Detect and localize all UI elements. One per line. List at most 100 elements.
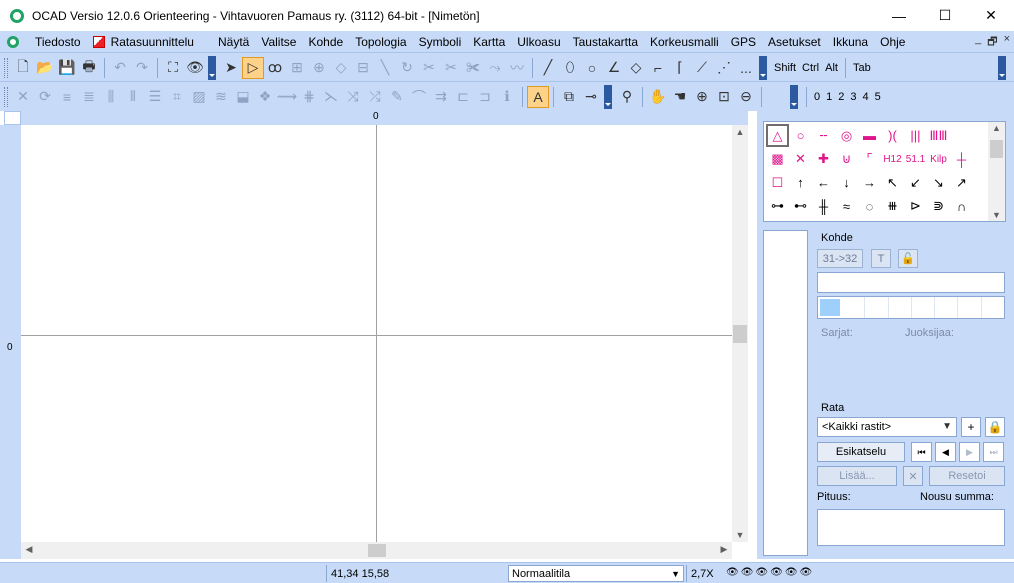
polyline-mode-icon[interactable]: ⟋ bbox=[691, 57, 713, 79]
reverse-icon[interactable]: ⤨ bbox=[342, 86, 364, 108]
symbol-first-aid[interactable]: ✚ bbox=[812, 148, 835, 171]
move-parallel-icon[interactable]: ⇉ bbox=[430, 86, 452, 108]
step-mode-icon[interactable]: ⌐ bbox=[647, 57, 669, 79]
dash-point-icon[interactable]: ⊟ bbox=[352, 57, 374, 79]
control-code-cell[interactable] bbox=[982, 297, 1004, 318]
course-notes-field[interactable] bbox=[817, 509, 1005, 546]
symbol-control-a[interactable]: ⊶ bbox=[766, 195, 789, 218]
vertical-scrollbar[interactable]: ▲ ▼ bbox=[732, 125, 748, 542]
horizontal-scroll-thumb[interactable] bbox=[368, 544, 386, 557]
pen-icon[interactable]: ✎ bbox=[386, 86, 408, 108]
menu-taustakartta[interactable]: Taustakartta bbox=[567, 35, 644, 49]
menu-nayta[interactable]: Näytä bbox=[212, 35, 255, 49]
straighten-icon[interactable]: ╲ bbox=[374, 57, 396, 79]
rounded-icon[interactable]: ⌒ bbox=[408, 86, 430, 108]
open-folder-icon[interactable]: 📂 bbox=[34, 57, 56, 79]
symbol-cup[interactable]: ⊍ bbox=[835, 148, 858, 171]
new-file-icon[interactable]: 🗋 bbox=[12, 57, 34, 79]
symbol-control-i[interactable]: ∩ bbox=[950, 195, 973, 218]
scroll-down-icon[interactable]: ▼ bbox=[732, 530, 748, 540]
text-toggle-button[interactable]: T bbox=[871, 249, 891, 268]
previous-control-icon[interactable]: ◀ bbox=[935, 442, 956, 462]
fill-icon[interactable]: ⊐ bbox=[474, 86, 496, 108]
scroll-right-icon[interactable]: ▶ bbox=[718, 544, 730, 555]
symbol-corner[interactable]: ⌜ bbox=[858, 148, 881, 171]
toolbar-grip[interactable] bbox=[4, 86, 8, 107]
menu-valitse[interactable]: Valitse bbox=[255, 35, 302, 49]
preview-eye-icon[interactable]: 👁 bbox=[184, 57, 206, 79]
add-course-button[interactable]: + bbox=[961, 417, 981, 437]
symbol-control-e[interactable]: ◌ bbox=[858, 195, 881, 218]
crop-icon[interactable]: ⌗ bbox=[166, 86, 188, 108]
symbol-control-h[interactable]: ⋑ bbox=[927, 195, 950, 218]
print-icon[interactable]: 🖶 bbox=[78, 57, 100, 79]
select-arrow-icon[interactable]: ➤ bbox=[220, 57, 242, 79]
rectangle-mode-icon[interactable]: ◇ bbox=[625, 57, 647, 79]
save-icon[interactable]: 💾 bbox=[56, 57, 78, 79]
distribute-icon[interactable]: ≣ bbox=[78, 86, 100, 108]
symbol-arrow-ne[interactable]: ↗ bbox=[950, 171, 973, 194]
join-icon[interactable]: ⋋ bbox=[320, 86, 342, 108]
symbol-triangle[interactable]: △ bbox=[766, 124, 789, 148]
symbol-arrow-up[interactable]: ↑ bbox=[789, 171, 812, 194]
layer-3-button[interactable]: 3 bbox=[847, 91, 859, 103]
symbol-bracket[interactable]: )( bbox=[881, 124, 904, 147]
menu-ikkuna[interactable]: Ikkuna bbox=[827, 35, 874, 49]
rotate-icon[interactable]: ↻ bbox=[396, 57, 418, 79]
hatch-lines-icon[interactable]: ≋ bbox=[210, 86, 232, 108]
merge-icon[interactable]: ⋕ bbox=[298, 86, 320, 108]
cut-object-icon[interactable]: ✂ bbox=[440, 57, 462, 79]
hand-pan-icon[interactable]: ✋ bbox=[647, 86, 669, 108]
convert-icon[interactable]: ⟿ bbox=[276, 86, 298, 108]
layer-1-button[interactable]: 1 bbox=[823, 91, 835, 103]
undo-icon[interactable]: ↶ bbox=[109, 57, 131, 79]
minimize-button[interactable]: — bbox=[876, 0, 922, 31]
redo-icon[interactable]: ↷ bbox=[131, 57, 153, 79]
control-code-cell[interactable] bbox=[842, 297, 866, 318]
align-icon[interactable]: ≡ bbox=[56, 86, 78, 108]
map-canvas[interactable] bbox=[21, 125, 732, 542]
course-select[interactable]: <Kaikki rastit> ▼ bbox=[817, 417, 957, 437]
add-vertex-icon[interactable]: ⊕ bbox=[308, 57, 330, 79]
symbol-fence[interactable]: ||| bbox=[904, 124, 927, 147]
fullscreen-icon[interactable]: ⛶ bbox=[162, 57, 184, 79]
hatch-icon[interactable]: ▨ bbox=[188, 86, 210, 108]
zoom-window-icon[interactable]: ⊡ bbox=[713, 86, 735, 108]
control-code-cell[interactable] bbox=[865, 297, 889, 318]
next-control-icon[interactable]: ▶ bbox=[959, 442, 980, 462]
stack-icon[interactable]: ☰ bbox=[144, 86, 166, 108]
symbol-forbidden-area[interactable]: ▩ bbox=[766, 148, 789, 171]
menu-asetukset[interactable]: Asetukset bbox=[762, 35, 827, 49]
ellipse-mode-icon[interactable]: ⬯ bbox=[559, 57, 581, 79]
toolbar-dropdown[interactable] bbox=[604, 84, 612, 109]
close-button[interactable]: ✕ bbox=[968, 0, 1014, 31]
mdi-close-button[interactable]: × bbox=[1004, 33, 1010, 52]
symbol-arrow-right[interactable]: → bbox=[858, 171, 881, 194]
object-name-field[interactable] bbox=[817, 272, 1005, 293]
symbol-arrow-down[interactable]: ↓ bbox=[835, 171, 858, 194]
symbol-control-g[interactable]: ⊳ bbox=[904, 195, 927, 218]
first-control-icon[interactable]: ⏮ bbox=[911, 442, 932, 462]
symbol-arrow-sw[interactable]: ↙ bbox=[904, 171, 927, 194]
corner-point-icon[interactable]: ◇ bbox=[330, 57, 352, 79]
move-icon[interactable]: ⊞ bbox=[286, 57, 308, 79]
symbol-arrow-left[interactable]: ← bbox=[812, 171, 835, 194]
layer-5-button[interactable]: 5 bbox=[872, 91, 884, 103]
eye-icon[interactable]: 👁 bbox=[741, 567, 754, 578]
eye-icon[interactable]: 👁 bbox=[755, 567, 768, 578]
symbol-double-circle[interactable]: ◎ bbox=[835, 124, 858, 147]
menu-symboli[interactable]: Symboli bbox=[413, 35, 468, 49]
symbol-text-kilp[interactable]: Kilp bbox=[927, 148, 950, 171]
reshape-icon[interactable]: ⤳ bbox=[484, 57, 506, 79]
control-code-cell[interactable] bbox=[889, 297, 912, 318]
control-codes-row[interactable] bbox=[817, 296, 1005, 319]
preview-button[interactable]: Esikatselu bbox=[817, 442, 905, 462]
symbol-cross[interactable]: ✕ bbox=[789, 148, 812, 171]
control-range-button[interactable]: 31->32 bbox=[817, 249, 863, 268]
menu-gps[interactable]: GPS bbox=[725, 35, 762, 49]
symbol-scroll-up-icon[interactable]: ▲ bbox=[988, 123, 1005, 133]
horizontal-scrollbar[interactable]: ◀ ▶ bbox=[21, 542, 732, 559]
toolbar-grip[interactable] bbox=[4, 57, 8, 78]
symbol-dashed-line[interactable]: ╌ bbox=[812, 124, 835, 147]
rotate-object-icon[interactable]: ⟳ bbox=[34, 86, 56, 108]
